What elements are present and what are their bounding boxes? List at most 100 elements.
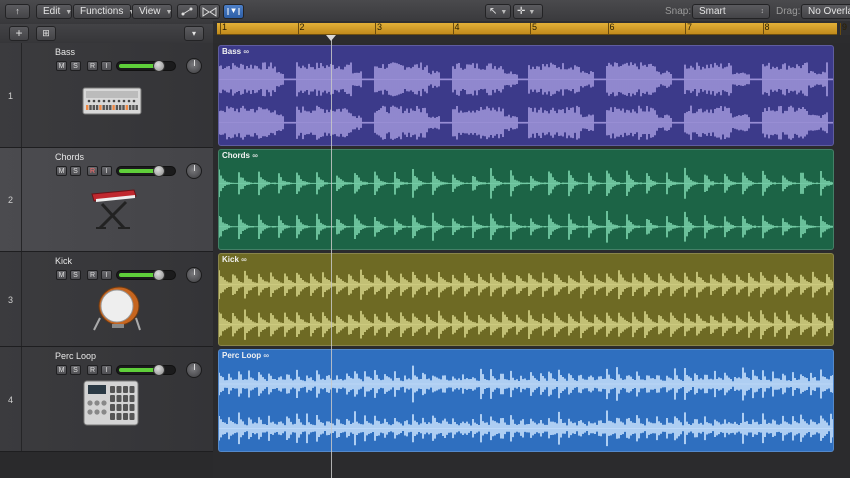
chevron-down-icon: ▼: [528, 9, 536, 16]
track-name[interactable]: Chords: [55, 152, 84, 162]
ruler-tick: [452, 23, 454, 35]
pan-knob[interactable]: [186, 58, 202, 74]
ruler-bar-number: 4: [454, 22, 460, 32]
track-header-kick[interactable]: 3 Kick M S R I: [0, 252, 213, 347]
ruler-bar-number: 9: [842, 22, 848, 32]
ruler-marker-lane[interactable]: [213, 35, 850, 43]
track-name[interactable]: Kick: [55, 256, 72, 266]
pan-knob[interactable]: [186, 362, 202, 378]
volume-fader[interactable]: [116, 269, 176, 281]
record-enable-button[interactable]: R: [87, 61, 98, 71]
volume-fader-knob[interactable]: [153, 269, 165, 281]
back-button[interactable]: ↑: [5, 4, 30, 19]
flex-bowtie-icon: [202, 7, 217, 17]
audio-region-chords[interactable]: Chords ∞: [218, 149, 834, 250]
audio-region-kick[interactable]: Kick ∞: [218, 253, 834, 346]
volume-fader[interactable]: [116, 364, 176, 376]
mute-button[interactable]: M: [56, 61, 67, 71]
playhead-marker[interactable]: [326, 35, 336, 41]
input-monitor-button[interactable]: I: [101, 166, 112, 176]
input-monitor-button[interactable]: I: [101, 365, 112, 375]
ruler-bar-number: 8: [764, 22, 770, 32]
drag-select[interactable]: No Overlap: [801, 4, 850, 19]
ruler-bar-number: 6: [609, 22, 615, 32]
chevron-updown-icon: ↕: [760, 8, 765, 15]
volume-fader-knob[interactable]: [153, 165, 165, 177]
pointer-icon: ↖: [489, 6, 498, 17]
track-header-bass[interactable]: 1 Bass M S R I: [0, 43, 213, 148]
mute-button[interactable]: M: [56, 166, 67, 176]
record-enable-button[interactable]: R: [87, 270, 98, 280]
loop-icon: ∞: [243, 47, 250, 56]
volume-fader-knob[interactable]: [153, 364, 165, 376]
solo-button[interactable]: S: [70, 365, 81, 375]
region-name: Perc Loop ∞: [222, 351, 269, 360]
region-name: Chords ∞: [222, 151, 258, 160]
loop-icon: ∞: [263, 351, 270, 360]
edit-menu-button[interactable]: Edit ▼: [36, 4, 72, 19]
track-name[interactable]: Bass: [55, 47, 75, 57]
pointer-tool-menu[interactable]: ↖ ▼: [485, 4, 511, 19]
drag-label: Drag:: [776, 6, 801, 17]
functions-menu-button[interactable]: Functions▼: [73, 4, 135, 19]
ruler-tick: [375, 23, 376, 35]
ruler-bar-number: 2: [299, 22, 305, 32]
catch-playhead-icon: [227, 8, 240, 15]
keyboard-stand-icon: [82, 184, 142, 237]
audio-region-bass[interactable]: Bass ∞: [218, 45, 834, 146]
snap-select[interactable]: Smart ↕: [692, 4, 770, 19]
pan-knob[interactable]: [186, 163, 202, 179]
ruler-tick: [220, 23, 221, 35]
ruler-tick: [685, 23, 686, 35]
flex-button[interactable]: [199, 4, 220, 19]
waveform: [219, 269, 833, 340]
input-monitor-button[interactable]: I: [101, 270, 112, 280]
record-enable-button[interactable]: R: [87, 166, 98, 176]
new-track-with-settings-button[interactable]: ⊞: [36, 26, 56, 41]
mute-button[interactable]: M: [56, 365, 67, 375]
ruler-bar-number: 5: [532, 22, 538, 32]
chevron-down-icon: ▼: [65, 9, 73, 16]
record-enable-button[interactable]: R: [87, 365, 98, 375]
kick-drum-icon: [92, 284, 142, 337]
audio-region-perc-loop[interactable]: Perc Loop ∞: [218, 349, 834, 452]
pan-knob[interactable]: [186, 267, 202, 283]
ruler-tick: [840, 23, 841, 35]
solo-button[interactable]: S: [70, 61, 81, 71]
cycle-region-bar[interactable]: [217, 23, 837, 35]
region-name: Bass ∞: [222, 47, 249, 56]
up-arrow-icon: ↑: [15, 6, 20, 16]
arrange-area[interactable]: Bass ∞ Chords ∞ Kick ∞ Perc Loop ∞: [213, 43, 850, 478]
automation-button[interactable]: [177, 4, 198, 19]
volume-fader-knob[interactable]: [153, 60, 165, 72]
chevron-down-icon: ▾: [191, 29, 196, 38]
edit-menu-label: Edit: [43, 6, 61, 17]
crosshair-icon: ✛: [517, 6, 526, 17]
drum-machine-icon: [82, 85, 142, 122]
secondary-tool-menu[interactable]: ✛ ▼: [513, 4, 543, 19]
volume-fader[interactable]: [116, 60, 176, 72]
volume-fader[interactable]: [116, 165, 176, 177]
solo-button[interactable]: S: [70, 270, 81, 280]
catch-playhead-button[interactable]: [223, 4, 244, 19]
playhead-line[interactable]: [331, 35, 332, 478]
track-header-perc-loop[interactable]: 4 Perc Loop M S R I: [0, 347, 213, 452]
global-tracks-button[interactable]: ▾: [184, 26, 204, 41]
input-monitor-button[interactable]: I: [101, 61, 112, 71]
snap-label: Snap:: [665, 6, 692, 17]
chevron-down-icon: ▼: [500, 9, 508, 16]
ruler-tick: [607, 23, 609, 35]
bar-ruler[interactable]: 1 2 3 4 5 6 7 8 9: [213, 21, 850, 43]
add-track-button[interactable]: +: [9, 26, 29, 41]
solo-button[interactable]: S: [70, 166, 81, 176]
track-name[interactable]: Perc Loop: [55, 351, 96, 361]
track-header-chords[interactable]: 2 Chords M S R I: [0, 148, 213, 252]
track-number: 1: [7, 90, 13, 101]
ruler-tick: [297, 23, 299, 35]
mute-button[interactable]: M: [56, 270, 67, 280]
ruler-tick: [530, 23, 531, 35]
view-menu-button[interactable]: View ▼: [132, 4, 172, 19]
track-number: 3: [7, 294, 13, 305]
waveform: [219, 167, 833, 243]
region-name-text: Bass: [222, 47, 242, 56]
